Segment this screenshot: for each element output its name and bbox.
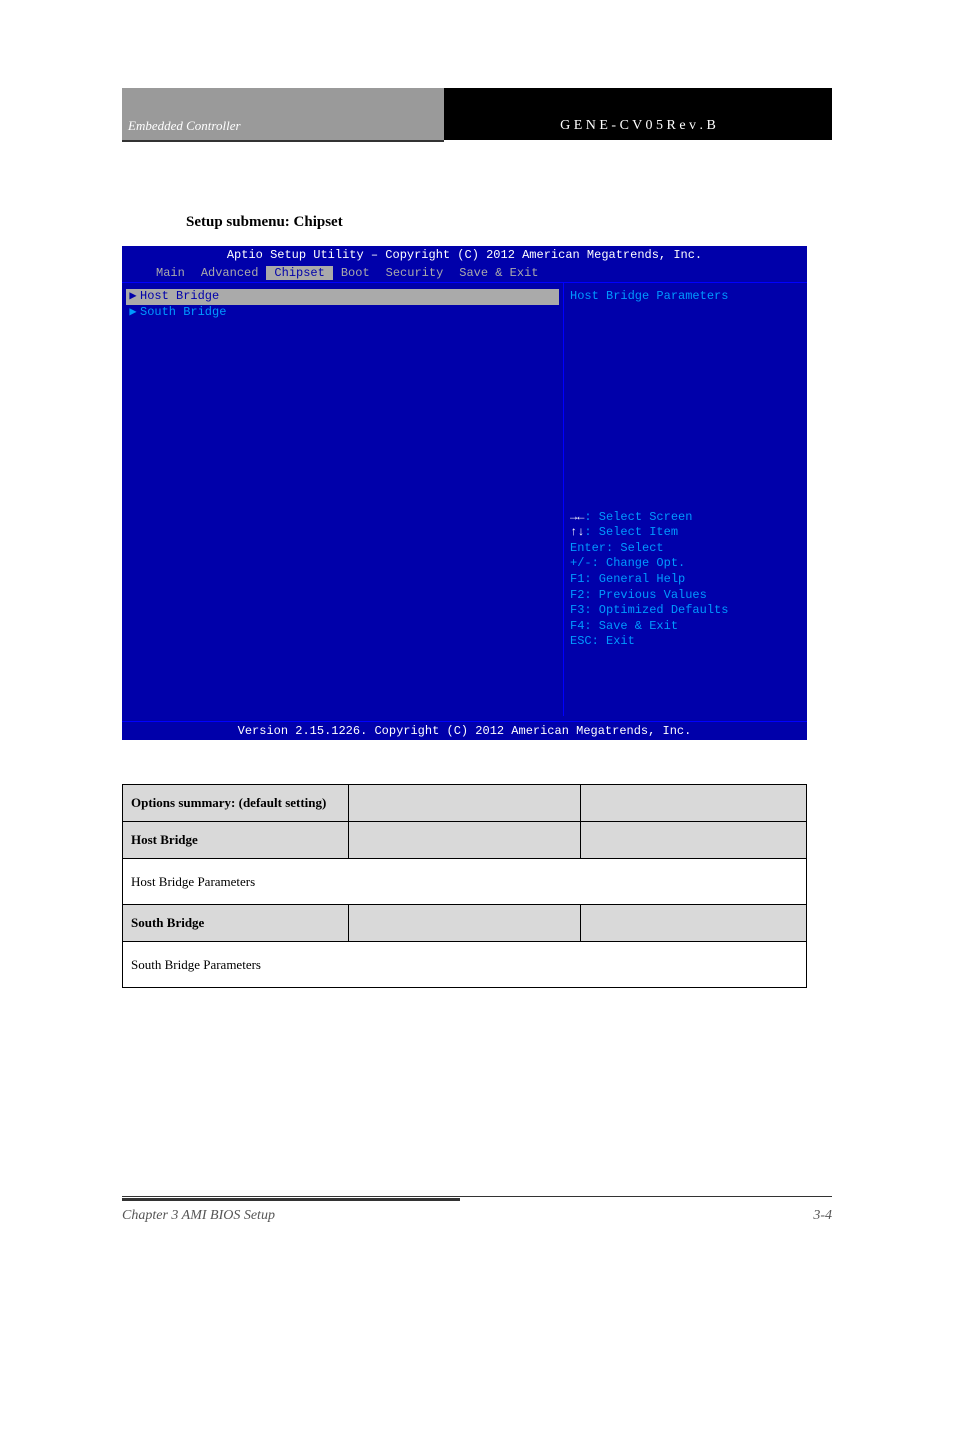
bios-help-description: Host Bridge Parameters (570, 289, 801, 313)
key-arrows-lr: →← (570, 510, 584, 524)
table-row: South Bridge Parameters (123, 942, 807, 988)
bios-footer: Version 2.15.1226. Copyright (C) 2012 Am… (122, 721, 807, 740)
footer-divider (122, 1196, 832, 1197)
tab-save-exit[interactable]: Save & Exit (451, 266, 546, 280)
bios-item-south-bridge[interactable]: ▶ South Bridge (126, 305, 559, 321)
submenu-arrow-icon: ▶ (126, 289, 140, 305)
section-heading: Setup submenu: Chipset (186, 214, 343, 231)
table-row: South Bridge (123, 905, 807, 942)
footer-page-number: 3-4 (813, 1208, 832, 1224)
submenu-arrow-icon: ▶ (126, 305, 140, 321)
table-header (581, 785, 807, 822)
table-cell: South Bridge Parameters (123, 942, 807, 988)
bios-title: Aptio Setup Utility – Copyright (C) 2012… (122, 246, 807, 264)
table-cell: Host Bridge (123, 822, 349, 859)
table-cell (581, 822, 807, 859)
bios-item-label: Host Bridge (140, 289, 219, 305)
table-header: Options summary: (default setting) (123, 785, 349, 822)
options-table: Options summary: (default setting) Host … (122, 784, 807, 988)
bios-menubar[interactable]: Main Advanced Chipset Boot Security Save… (122, 264, 807, 282)
tab-security[interactable]: Security (378, 266, 452, 280)
bios-help-keys: →←: Select Screen ↑↓: Select Item Enter:… (570, 510, 800, 650)
table-cell: Host Bridge Parameters (123, 859, 807, 905)
bios-item-host-bridge[interactable]: ▶ Host Bridge (126, 289, 559, 305)
table-header-row: Options summary: (default setting) (123, 785, 807, 822)
doc-header-left: Embedded Controller (122, 88, 444, 142)
bios-help-pane: Host Bridge Parameters (564, 283, 807, 716)
tab-advanced[interactable]: Advanced (193, 266, 267, 280)
bios-items-pane: ▶ Host Bridge ▶ South Bridge (122, 283, 564, 716)
bios-item-label: South Bridge (140, 305, 226, 321)
table-cell (348, 822, 581, 859)
table-cell: South Bridge (123, 905, 349, 942)
tab-main[interactable]: Main (148, 266, 193, 280)
table-cell (348, 905, 581, 942)
tab-boot[interactable]: Boot (333, 266, 378, 280)
doc-header-right: G E N E - C V 0 5 R e v . B (444, 88, 832, 142)
footer-chapter: Chapter 3 AMI BIOS Setup (122, 1208, 275, 1224)
table-row: Host Bridge (123, 822, 807, 859)
table-cell (581, 905, 807, 942)
table-header (348, 785, 581, 822)
key-arrows-ud: ↑↓ (570, 525, 584, 539)
table-row: Host Bridge Parameters (123, 859, 807, 905)
tab-chipset[interactable]: Chipset (266, 266, 332, 280)
bios-screen: Aptio Setup Utility – Copyright (C) 2012… (122, 246, 807, 740)
